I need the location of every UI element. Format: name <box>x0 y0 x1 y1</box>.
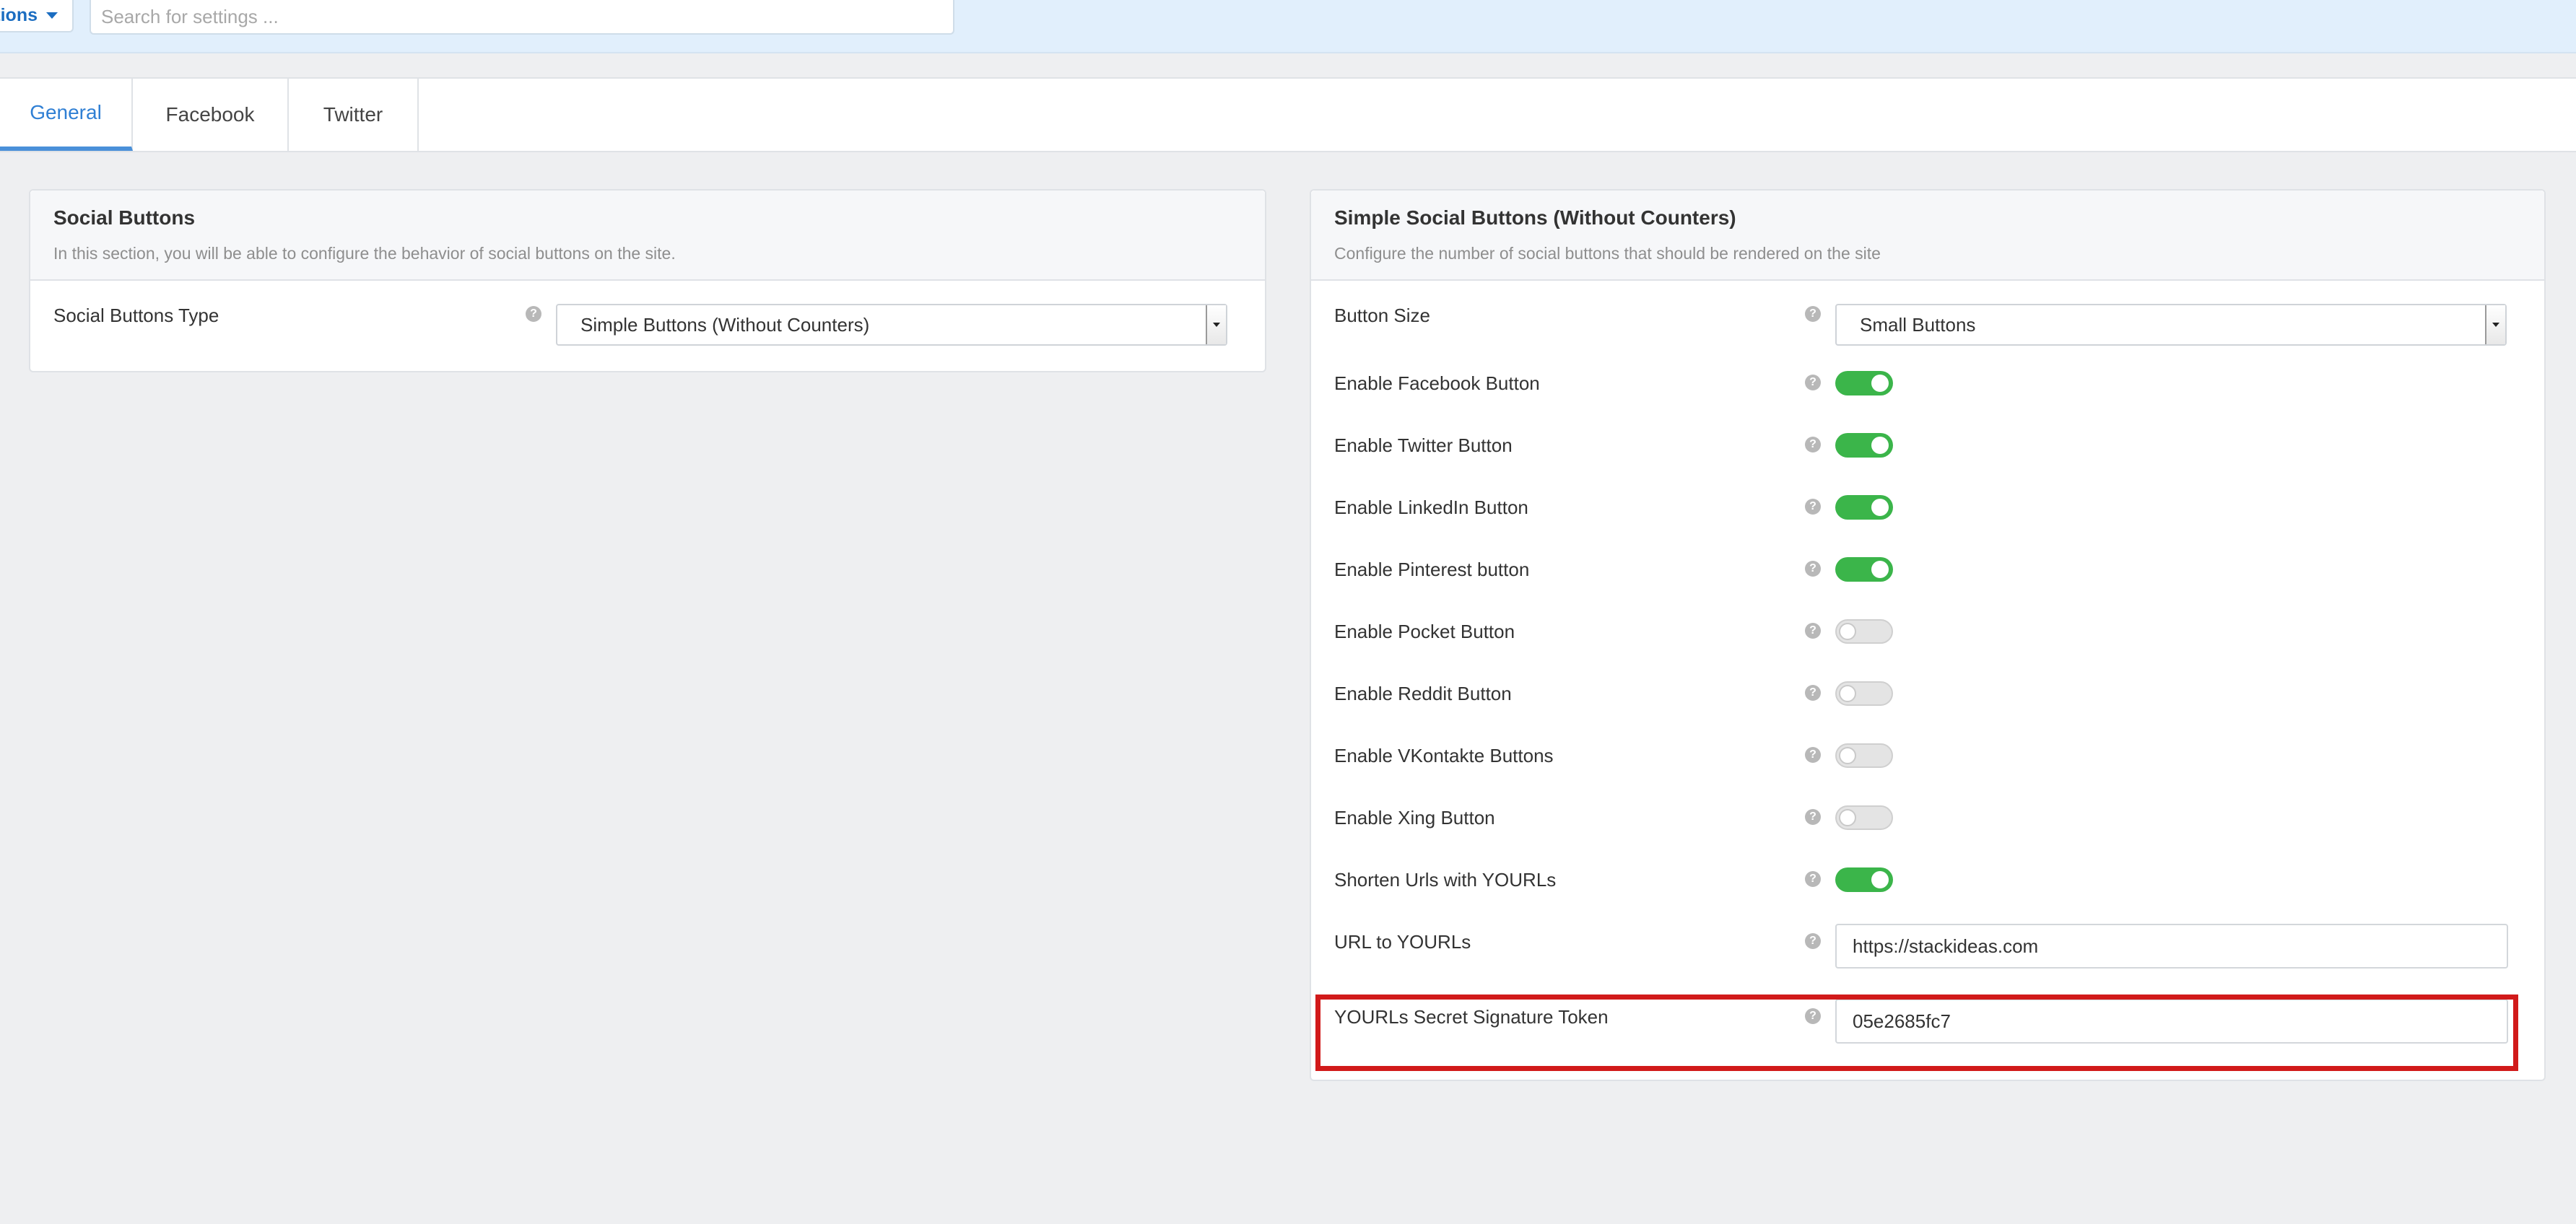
shorten-urls-toggle[interactable] <box>1835 867 1893 892</box>
question-circle-icon[interactable]: ? <box>1805 437 1821 453</box>
toggle-knob <box>1839 747 1856 764</box>
question-circle-icon[interactable]: ? <box>1805 306 1821 322</box>
setting-label: Enable Xing Button <box>1334 807 1495 829</box>
caret-down-icon[interactable] <box>2485 305 2505 344</box>
caret-down-icon <box>46 12 58 19</box>
setting-label: URL to YOURLs <box>1334 931 1471 953</box>
twitter-button-toggle[interactable] <box>1835 433 1893 458</box>
toggle-knob <box>1871 375 1889 392</box>
panel-title: Simple Social Buttons (Without Counters) <box>1334 206 1736 229</box>
setting-label: Enable Pinterest button <box>1334 559 1530 580</box>
pinterest-button-toggle[interactable] <box>1835 557 1893 582</box>
setting-label: Enable Facebook Button <box>1334 372 1540 394</box>
panel-description: In this section, you will be able to con… <box>53 244 676 263</box>
settings-topbar: tions <box>0 0 2576 53</box>
toggle-knob <box>1871 499 1889 516</box>
setting-row-yourls-url: URL to YOURLs ? <box>1311 924 2544 1003</box>
setting-label: YOURLs Secret Signature Token <box>1334 1006 1609 1028</box>
yourls-token-input[interactable] <box>1835 999 2508 1044</box>
question-circle-icon[interactable]: ? <box>526 306 541 322</box>
toggle-knob <box>1871 871 1889 888</box>
question-circle-icon[interactable]: ? <box>1805 871 1821 887</box>
setting-row-vkontakte: Enable VKontakte Buttons ? <box>1311 743 2544 807</box>
setting-label: Button Size <box>1334 305 1430 326</box>
setting-row-facebook: Enable Facebook Button ? <box>1311 371 2544 434</box>
setting-label: Social Buttons Type <box>53 305 219 326</box>
yourls-url-input[interactable] <box>1835 924 2508 969</box>
question-circle-icon[interactable]: ? <box>1805 623 1821 639</box>
tab-twitter[interactable]: Twitter <box>289 79 419 151</box>
setting-label: Enable Pocket Button <box>1334 621 1515 642</box>
setting-row-yourls-token: YOURLs Secret Signature Token ? <box>1311 999 2544 1078</box>
setting-label: Shorten Urls with YOURLs <box>1334 869 1557 891</box>
social-buttons-type-select[interactable]: Simple Buttons (Without Counters) <box>556 304 1227 346</box>
setting-row-linkedin: Enable LinkedIn Button ? <box>1311 495 2544 559</box>
toggle-knob <box>1839 623 1856 640</box>
setting-row-pinterest: Enable Pinterest button ? <box>1311 557 2544 621</box>
caret-down-icon[interactable] <box>1206 305 1226 344</box>
setting-row-pocket: Enable Pocket Button ? <box>1311 619 2544 683</box>
select-value: Small Buttons <box>1860 313 1976 336</box>
actions-dropdown-button[interactable]: tions <box>0 0 74 32</box>
actions-label: tions <box>0 5 38 25</box>
setting-label: Enable Reddit Button <box>1334 683 1512 704</box>
button-size-select[interactable]: Small Buttons <box>1835 304 2507 346</box>
toggle-knob <box>1871 437 1889 454</box>
question-circle-icon[interactable]: ? <box>1805 747 1821 763</box>
settings-search-input[interactable] <box>90 0 954 35</box>
tab-general[interactable]: General <box>0 79 133 151</box>
xing-button-toggle[interactable] <box>1835 805 1893 830</box>
panel-description: Configure the number of social buttons t… <box>1334 244 1881 263</box>
setting-row-shorten-urls: Shorten Urls with YOURLs ? <box>1311 867 2544 931</box>
select-value: Simple Buttons (Without Counters) <box>580 313 870 336</box>
panel-title: Social Buttons <box>53 206 196 229</box>
pocket-button-toggle[interactable] <box>1835 619 1893 644</box>
linkedin-button-toggle[interactable] <box>1835 495 1893 520</box>
social-buttons-panel: Social Buttons In this section, you will… <box>29 189 1266 372</box>
facebook-button-toggle[interactable] <box>1835 371 1893 395</box>
vkontakte-button-toggle[interactable] <box>1835 743 1893 768</box>
toggle-knob <box>1871 561 1889 578</box>
setting-label: Enable LinkedIn Button <box>1334 497 1528 518</box>
setting-row-social-buttons-type: Social Buttons Type ? Simple Buttons (Wi… <box>30 281 1265 372</box>
question-circle-icon[interactable]: ? <box>1805 499 1821 515</box>
panel-header: Simple Social Buttons (Without Counters)… <box>1311 191 2544 281</box>
setting-row-twitter: Enable Twitter Button ? <box>1311 433 2544 497</box>
panel-header: Social Buttons In this section, you will… <box>30 191 1265 281</box>
setting-label: Enable VKontakte Buttons <box>1334 745 1554 766</box>
tab-facebook[interactable]: Facebook <box>133 79 289 151</box>
simple-social-buttons-panel: Simple Social Buttons (Without Counters)… <box>1310 189 2546 1081</box>
question-circle-icon[interactable]: ? <box>1805 375 1821 390</box>
question-circle-icon[interactable]: ? <box>1805 809 1821 825</box>
setting-row-xing: Enable Xing Button ? <box>1311 805 2544 869</box>
setting-row-button-size: Button Size ? Small Buttons <box>1311 281 2544 346</box>
question-circle-icon[interactable]: ? <box>1805 561 1821 577</box>
setting-label: Enable Twitter Button <box>1334 434 1513 456</box>
settings-tabs: General Facebook Twitter <box>0 77 2576 152</box>
toggle-knob <box>1839 809 1856 826</box>
reddit-button-toggle[interactable] <box>1835 681 1893 706</box>
question-circle-icon[interactable]: ? <box>1805 685 1821 701</box>
question-circle-icon[interactable]: ? <box>1805 1008 1821 1024</box>
toggle-knob <box>1839 685 1856 702</box>
setting-row-reddit: Enable Reddit Button ? <box>1311 681 2544 745</box>
question-circle-icon[interactable]: ? <box>1805 933 1821 949</box>
